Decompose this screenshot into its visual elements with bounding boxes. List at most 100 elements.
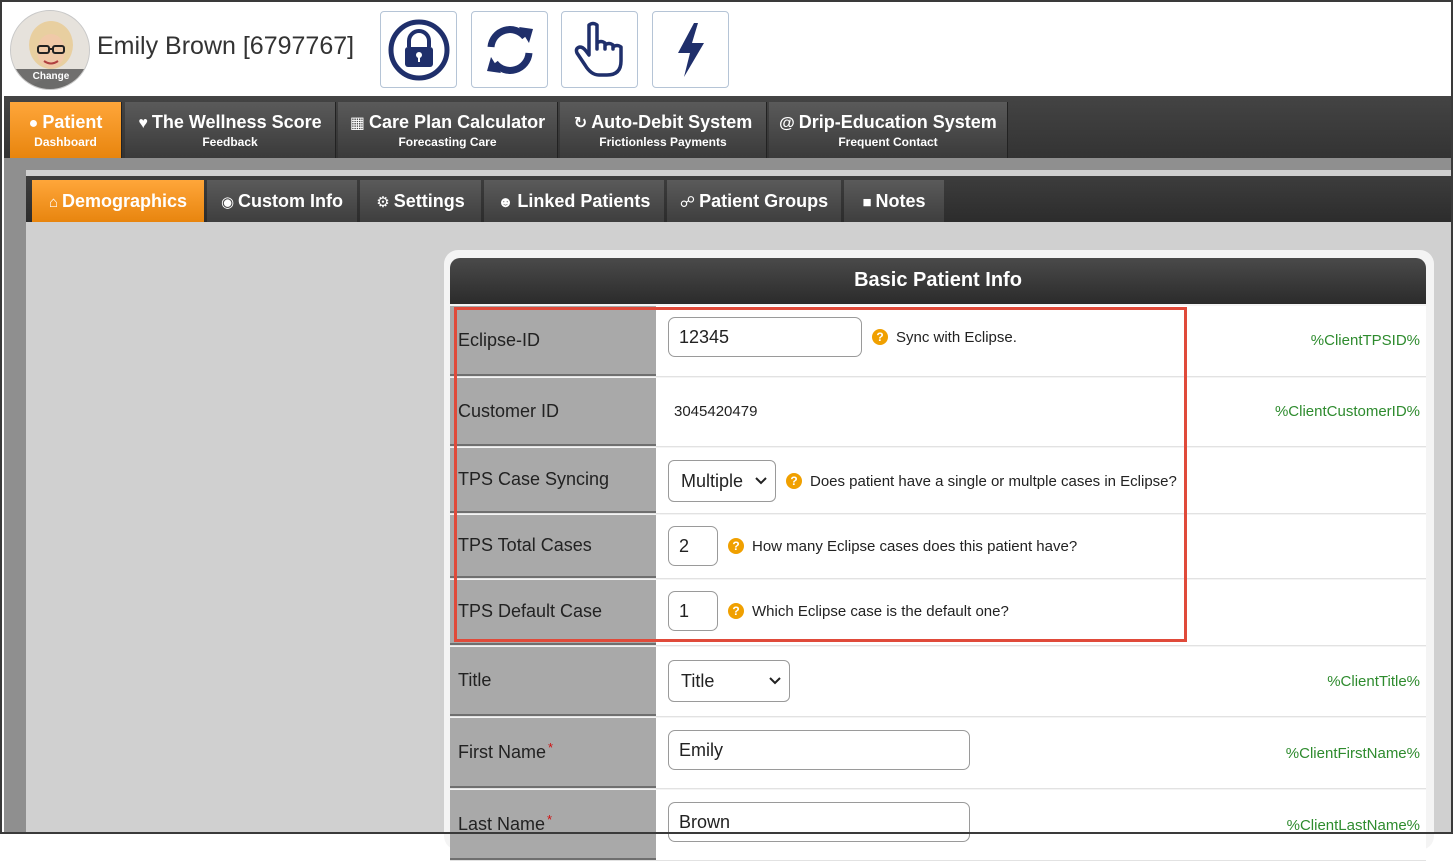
panel-title: Basic Patient Info [450, 258, 1426, 304]
subtab-notes[interactable]: ■ Notes [844, 180, 944, 222]
sub-nav: ⌂ Demographics ◉ Custom Info ⚙ Settings ☻ Li… [26, 176, 1451, 222]
lock-button[interactable] [380, 11, 457, 88]
required-marker: * [547, 811, 553, 827]
nav-tab-drip-education[interactable]: @ Drip-Education System Frequent Contact [769, 102, 1008, 158]
required-marker: * [548, 739, 554, 755]
last-name-label-text: Last Name [458, 813, 546, 834]
last-name-label: Last Name * [450, 790, 656, 860]
subtab-settings[interactable]: ⚙ Settings [360, 180, 481, 222]
refresh-icon: ↻ [573, 115, 588, 132]
nav-tab-care-plan-calculator[interactable]: ▦ Care Plan Calculator Forecasting Care [338, 102, 558, 158]
row-tps-total-cases: TPS Total Cases 2 ? How many Eclipse cas… [450, 515, 1426, 579]
tps-case-syncing-select[interactable]: Multiple [668, 460, 776, 502]
tps-case-syncing-value: Multiple [681, 470, 744, 491]
eclipse-id-label: Eclipse-ID [450, 306, 656, 376]
nav-tab-sublabel: Forecasting Care [398, 135, 497, 149]
avatar[interactable]: Change [10, 10, 90, 90]
subtab-label: Notes [875, 191, 926, 211]
note-icon: ■ [862, 194, 872, 211]
refresh-icon [486, 25, 533, 74]
tps-total-cases-input[interactable]: 2 [668, 526, 718, 566]
change-photo-label[interactable]: Change [11, 69, 89, 89]
target-icon: ◉ [220, 194, 235, 211]
first-name-variable: %ClientFirstName% [1285, 745, 1420, 762]
at-icon: @ [779, 115, 795, 132]
subtab-custom-info[interactable]: ◉ Custom Info [207, 180, 357, 222]
users-icon: ☻ [497, 194, 514, 211]
nav-tab-label: Care Plan Calculator [369, 112, 546, 132]
main-nav: ● Patient Dashboard ♥ The Wellness Score F… [4, 96, 1451, 158]
nav-tab-sublabel: Dashboard [34, 135, 97, 149]
calculator-icon: ▦ [349, 115, 366, 132]
tps-total-cases-label: TPS Total Cases [450, 515, 656, 578]
tps-total-cases-hint: How many Eclipse cases does this patient… [752, 537, 1078, 555]
title-select-value: Title [681, 670, 715, 691]
tps-default-case-hint: Which Eclipse case is the default one? [752, 602, 1009, 620]
chevron-down-icon [769, 677, 781, 685]
tps-default-case-label: TPS Default Case [450, 580, 656, 645]
first-name-input[interactable]: Emily [668, 730, 970, 770]
content-inner: ⌂ Demographics ◉ Custom Info ⚙ Settings ☻ Li… [26, 170, 1451, 861]
subtab-label: Patient Groups [699, 191, 829, 211]
title-select[interactable]: Title [668, 660, 790, 702]
pointer-button[interactable] [561, 11, 638, 88]
group-icon: ☍ [679, 194, 696, 211]
help-icon[interactable]: ? [728, 538, 744, 554]
row-eclipse-id: Eclipse-ID 12345 ? Sync with Eclipse. %C… [450, 306, 1426, 377]
patient-name: Emily Brown [6797767] [97, 32, 355, 60]
content-area: ⌂ Demographics ◉ Custom Info ⚙ Settings ☻ Li… [4, 158, 1451, 861]
lightning-button[interactable] [652, 11, 729, 88]
title-label: Title [450, 647, 656, 716]
subtab-label: Custom Info [238, 191, 344, 211]
nav-tab-sublabel: Frictionless Payments [599, 135, 727, 149]
row-tps-case-syncing: TPS Case Syncing Multiple ? Does patient… [450, 448, 1426, 514]
subtab-patient-groups[interactable]: ☍ Patient Groups [667, 180, 841, 222]
basic-patient-info-panel: Basic Patient Info Eclipse-ID 12345 ? Sy… [444, 250, 1434, 861]
tps-case-syncing-hint: Does patient have a single or multple ca… [810, 472, 1177, 490]
first-name-label-text: First Name [458, 741, 547, 762]
pointer-hand-icon [574, 21, 623, 77]
nav-tab-label: The Wellness Score [151, 112, 322, 132]
nav-tab-label: Drip-Education System [798, 112, 997, 132]
nav-tab-wellness-score[interactable]: ♥ The Wellness Score Feedback [125, 102, 336, 158]
lock-icon [388, 19, 449, 80]
first-name-label: First Name * [450, 718, 656, 788]
help-icon[interactable]: ? [728, 603, 744, 619]
row-first-name: First Name * Emily %ClientFirstName% [450, 718, 1426, 789]
row-last-name: Last Name * Brown %ClientLastName% [450, 790, 1426, 861]
row-title: Title Title %ClientTitle% [450, 647, 1426, 717]
tps-case-syncing-label: TPS Case Syncing [450, 448, 656, 513]
nav-tab-sublabel: Feedback [202, 135, 258, 149]
user-icon: ● [28, 115, 39, 132]
customer-id-variable: %ClientCustomerID% [1274, 403, 1420, 420]
row-customer-id: Customer ID 3045420479 %ClientCustomerID… [450, 378, 1426, 447]
customer-id-label: Customer ID [450, 378, 656, 446]
nav-tab-patient[interactable]: ● Patient Dashboard [10, 102, 122, 158]
nav-tab-label: Auto-Debit System [591, 112, 753, 132]
nav-tab-sublabel: Frequent Contact [838, 135, 938, 149]
subtab-label: Linked Patients [517, 191, 651, 211]
patient-header: Change Emily Brown [6797767] [0, 0, 1453, 96]
gear-icon: ⚙ [376, 194, 390, 211]
row-tps-default-case: TPS Default Case 1 ? Which Eclipse case … [450, 580, 1426, 646]
last-name-variable: %ClientLastName% [1286, 817, 1420, 834]
title-variable: %ClientTitle% [1327, 673, 1420, 690]
eclipse-id-variable: %ClientTPSID% [1310, 332, 1420, 349]
customer-id-value: 3045420479 [674, 403, 758, 420]
subtab-label: Settings [393, 191, 465, 211]
help-icon[interactable]: ? [872, 329, 888, 345]
heartbeat-icon: ♥ [138, 115, 148, 132]
help-icon[interactable]: ? [786, 473, 802, 489]
eclipse-id-hint: Sync with Eclipse. [896, 328, 1017, 346]
last-name-input[interactable]: Brown [668, 802, 970, 842]
subtab-label: Demographics [62, 191, 188, 211]
refresh-button[interactable] [471, 11, 548, 88]
nav-tab-label: Patient [42, 112, 103, 132]
nav-tab-auto-debit[interactable]: ↻ Auto-Debit System Frictionless Payments [560, 102, 767, 158]
eclipse-id-input[interactable]: 12345 [668, 317, 862, 357]
subtab-linked-patients[interactable]: ☻ Linked Patients [484, 180, 664, 222]
lightning-icon [677, 22, 704, 77]
home-icon: ⌂ [48, 194, 58, 211]
subtab-demographics[interactable]: ⌂ Demographics [32, 180, 204, 222]
tps-default-case-input[interactable]: 1 [668, 591, 718, 631]
